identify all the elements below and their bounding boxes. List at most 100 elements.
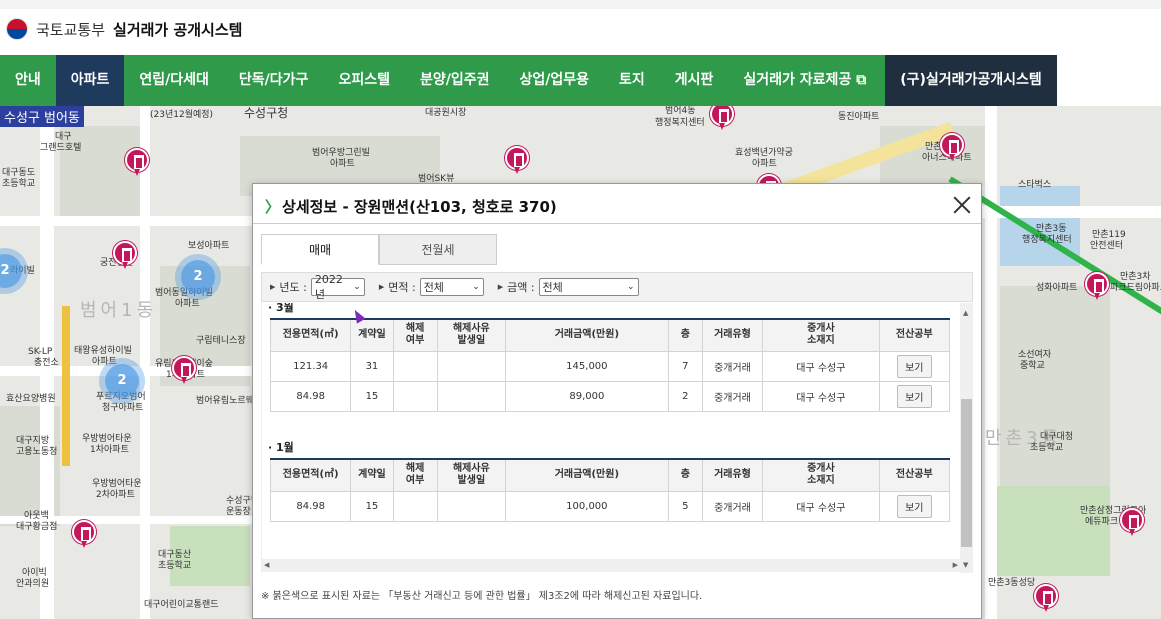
col-header: 층 <box>667 458 703 492</box>
nav-land[interactable]: 토지 <box>604 55 660 106</box>
cell-type: 중개거래 <box>701 380 764 412</box>
table-row: 84.98 15 100,000 5 중개거래 대구 수성구 보기 <box>269 490 951 522</box>
nav-apartment[interactable]: 아파트 <box>55 55 125 106</box>
map-block <box>1000 286 1110 486</box>
view-button[interactable]: 보기 <box>897 384 932 408</box>
cluster-marker[interactable]: 2 <box>181 260 215 294</box>
trade-tabs: 매매 전월세 <box>261 234 973 265</box>
cell-area: 84.98 <box>269 490 352 522</box>
apartment-pin-icon[interactable] <box>505 146 529 174</box>
view-button[interactable]: 보기 <box>897 354 932 378</box>
bullet-arrow-icon: ▶ <box>497 283 504 291</box>
bullet-arrow-icon: ▶ <box>270 283 276 291</box>
cell-price: 89,000 <box>505 380 669 412</box>
cell-price: 100,000 <box>505 490 669 522</box>
scroll-down-icon[interactable]: ▼ <box>963 561 968 569</box>
map-label: 우방범어타운 <box>82 434 132 444</box>
apartment-pin-icon[interactable] <box>125 148 149 176</box>
map-label: 초등학교 <box>2 179 36 189</box>
close-icon[interactable] <box>951 194 973 216</box>
nav-rowhouse[interactable]: 연립/다세대 <box>124 55 224 106</box>
cell-day: 31 <box>350 350 394 382</box>
table-row: 121.34 31 145,000 7 중개거래 대구 수성구 보기 <box>269 350 951 382</box>
nav-presale[interactable]: 분양/입주권 <box>405 55 505 106</box>
site-logo[interactable]: 국토교통부 실거래가 공개시스템 <box>6 18 242 40</box>
cell-cancel-date <box>436 380 507 412</box>
cell-broker: 대구 수성구 <box>762 350 880 382</box>
map-label: 효산요양병원 <box>6 394 56 404</box>
view-button[interactable]: 보기 <box>897 494 932 518</box>
chevron-right-icon: 〉 <box>265 198 281 216</box>
tab-sale[interactable]: 매매 <box>261 234 379 265</box>
month-heading: · 1월 <box>268 441 294 454</box>
cell-day: 15 <box>350 490 394 522</box>
cell-broker: 대구 수성구 <box>762 490 880 522</box>
apartment-pin-icon[interactable] <box>1034 584 1058 612</box>
scroll-right-icon[interactable]: ▶ <box>953 561 958 569</box>
cell-floor: 5 <box>667 490 703 522</box>
transaction-table: 전용면적(㎡) 계약일 해제 여부 해제사유 발생일 거래금액(만원) 층 거래… <box>269 458 951 522</box>
cluster-marker[interactable]: 2 <box>105 364 139 398</box>
cell-cancel <box>392 380 438 412</box>
bullet-arrow-icon: ▶ <box>378 283 385 291</box>
nav-old-system[interactable]: (구)실거래가공개시스템 <box>885 55 1057 106</box>
scroll-left-icon[interactable]: ◀ <box>264 561 269 569</box>
map-label: 범어4동 <box>665 106 696 116</box>
apartment-pin-icon[interactable] <box>940 133 964 161</box>
map-label: 대구대청 <box>1040 432 1074 442</box>
top-header: 국토교통부 실거래가 공개시스템 <box>0 0 1161 55</box>
scroll-up-icon[interactable]: ▲ <box>963 309 968 317</box>
map-label: 2차아파트 <box>96 490 135 500</box>
year-select[interactable]: 2022년 ⌄ <box>310 273 365 301</box>
map-label: 운동장 <box>226 507 251 517</box>
col-header: 해제 여부 <box>392 458 438 492</box>
cell-type: 중개거래 <box>701 490 764 522</box>
map-label: 만촌3차 <box>1120 272 1151 282</box>
amount-select[interactable]: 전체 ⌄ <box>538 278 639 296</box>
area-label: 면적 : <box>388 281 416 294</box>
tab-rent[interactable]: 전월세 <box>379 234 497 265</box>
apartment-pin-icon[interactable] <box>113 241 137 269</box>
map-label: 그랜드호텔 <box>40 143 82 153</box>
col-header: 전용면적(㎡) <box>269 318 352 352</box>
nav-detached[interactable]: 단독/다가구 <box>224 55 324 106</box>
col-header: 해제 여부 <box>392 318 438 352</box>
nav-board[interactable]: 게시판 <box>660 55 729 106</box>
horizontal-scrollbar[interactable]: ◀ ▶ <box>261 559 961 572</box>
nav-officetel[interactable]: 오피스텔 <box>323 55 405 106</box>
col-header: 계약일 <box>350 458 394 492</box>
map-road <box>0 216 260 226</box>
transaction-list[interactable]: · 3월 전용면적(㎡) 계약일 해제 여부 해제사유 발생일 거래금액(만원)… <box>261 303 973 573</box>
main-nav: 안내 아파트 연립/다세대 단독/다가구 오피스텔 분양/입주권 상업/업무용 … <box>0 55 1161 106</box>
cell-doc: 보기 <box>878 380 951 412</box>
nav-data-provision[interactable]: 실거래가 자료제공 ⧉ <box>728 55 881 106</box>
area-filter: ▶ 면적 : 전체 ⌄ <box>379 278 484 296</box>
year-label: 년도 : <box>279 281 307 294</box>
col-header: 해제사유 발생일 <box>436 458 507 492</box>
area-select[interactable]: 전체 ⌄ <box>419 278 484 296</box>
scrollbar-thumb[interactable] <box>961 399 972 547</box>
map-label: 동진아파트 <box>838 112 880 122</box>
map-park <box>990 486 1110 576</box>
cluster-marker[interactable]: 2 <box>0 254 22 288</box>
apartment-pin-icon[interactable] <box>72 520 96 548</box>
apartment-pin-icon[interactable] <box>710 106 734 130</box>
map-road <box>985 106 997 619</box>
apartment-pin-icon[interactable] <box>172 356 196 384</box>
col-header: 전산공부 <box>878 458 951 492</box>
nav-guide[interactable]: 안내 <box>0 55 56 106</box>
map-label: 만촌3동성당 <box>988 578 1036 588</box>
map-label: 중학교 <box>1020 361 1045 371</box>
nav-commercial[interactable]: 상업/업무용 <box>504 55 604 106</box>
map-road <box>140 106 150 619</box>
map-label: 만촌3동 <box>1036 224 1067 234</box>
modal-title: 〉 상세정보 - 장원맨션(산103, 청호로 370) <box>265 196 557 217</box>
nav-spacer <box>1056 55 1161 106</box>
vertical-scrollbar[interactable]: ▲ ▼ <box>960 303 973 573</box>
year-filter: ▶ 년도 : 2022년 ⌄ <box>270 273 365 301</box>
apartment-pin-icon[interactable] <box>1120 508 1144 536</box>
map-label: 효성백년가약궁 <box>735 148 793 158</box>
month-heading: · 3월 <box>268 303 294 314</box>
apartment-pin-icon[interactable] <box>1085 272 1109 300</box>
table-row: 84.98 15 89,000 2 중개거래 대구 수성구 보기 <box>269 380 951 412</box>
